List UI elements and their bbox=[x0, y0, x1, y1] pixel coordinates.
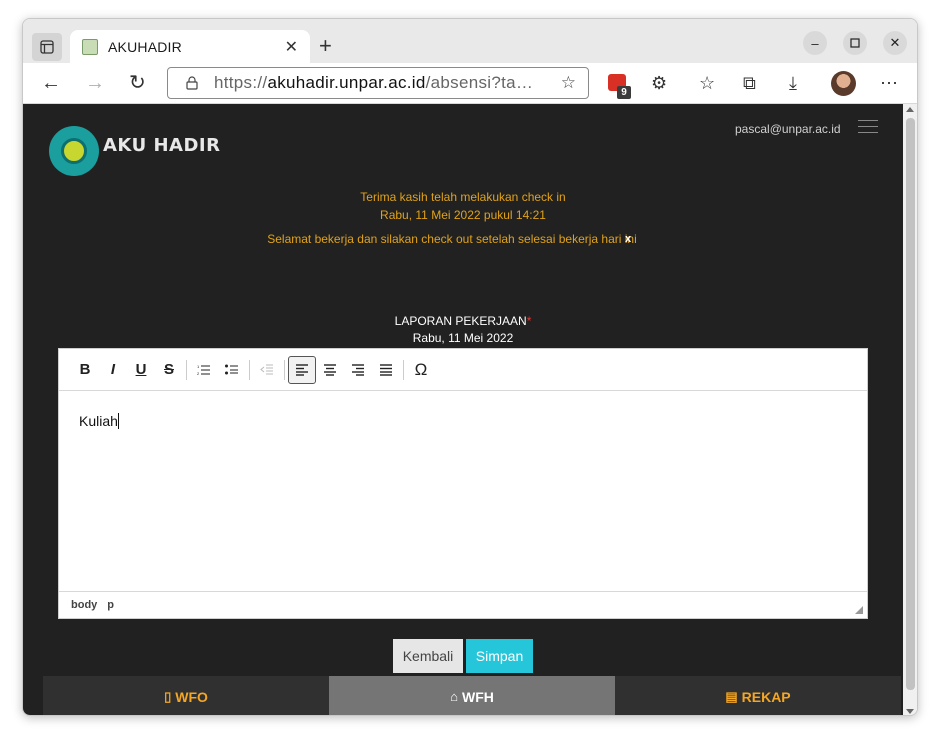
text-caret bbox=[117, 413, 119, 429]
lock-icon bbox=[186, 76, 198, 90]
report-label-text: LAPORAN PEKERJAAN bbox=[394, 314, 527, 328]
page-scrollbar[interactable] bbox=[903, 104, 917, 715]
close-window-button[interactable]: ✕ bbox=[883, 31, 907, 55]
hamburger-menu-icon[interactable] bbox=[858, 120, 878, 138]
downloads-icon[interactable]: ⤓ bbox=[789, 72, 797, 94]
resize-handle[interactable] bbox=[855, 606, 863, 614]
notice-close-button[interactable]: x bbox=[625, 233, 631, 245]
app-logo-text[interactable]: AKU HADIR bbox=[103, 135, 220, 156]
url-domain: akuhadir.unpar.ac.id bbox=[267, 73, 426, 92]
outdent-button[interactable] bbox=[253, 356, 281, 384]
extensions-puzzle-icon[interactable]: ⚙ bbox=[651, 72, 667, 94]
app-logo[interactable] bbox=[49, 126, 99, 176]
url-text: https://akuhadir.unpar.ac.id/absensi?ta… bbox=[214, 73, 544, 93]
forward-arrow-icon[interactable]: → bbox=[85, 72, 105, 94]
editor-statusbar: body p bbox=[59, 591, 867, 618]
nav-tab-wfo[interactable]: ▯ WFO bbox=[43, 676, 329, 715]
scroll-up-icon[interactable] bbox=[906, 107, 914, 112]
toolbar-divider bbox=[249, 359, 250, 380]
book-icon: ▤ bbox=[725, 688, 738, 704]
report-label: LAPORAN PEKERJAAN* bbox=[23, 314, 903, 328]
minimize-button[interactable]: – bbox=[803, 31, 827, 55]
bold-button[interactable]: B bbox=[71, 356, 99, 384]
maximize-icon bbox=[850, 38, 860, 48]
tab-title: AKUHADIR bbox=[108, 38, 182, 55]
scroll-down-icon[interactable] bbox=[906, 709, 914, 714]
report-content: Kuliah bbox=[79, 413, 118, 429]
more-menu-icon[interactable]: ⋯ bbox=[880, 72, 898, 94]
bottom-nav: ▯ WFO ⌂ WFH ▤ REKAP bbox=[43, 676, 901, 715]
favicon-icon bbox=[82, 38, 98, 55]
align-left-icon bbox=[295, 363, 308, 376]
nav-tab-rekap[interactable]: ▤ REKAP bbox=[615, 676, 901, 715]
tab-actions-button[interactable] bbox=[32, 33, 62, 61]
maximize-button[interactable] bbox=[843, 31, 867, 55]
toolbar-divider bbox=[284, 359, 285, 380]
page-content: AKU HADIR pascal@unpar.ac.id Terima kasi… bbox=[23, 104, 903, 715]
bullet-list-icon bbox=[225, 364, 238, 374]
address-bar[interactable]: https://akuhadir.unpar.ac.id/absensi?ta…… bbox=[167, 67, 589, 99]
back-arrow-icon[interactable]: ← bbox=[41, 72, 61, 94]
outdent-icon bbox=[260, 364, 273, 374]
bullet-list-button[interactable] bbox=[218, 356, 246, 384]
checkin-timestamp: Rabu, 11 Mei 2022 pukul 14:21 bbox=[380, 208, 546, 222]
svg-text:2: 2 bbox=[197, 371, 200, 376]
tab-close-icon[interactable]: ✕ bbox=[285, 37, 298, 57]
svg-text:1: 1 bbox=[197, 364, 200, 369]
scrollbar-thumb[interactable] bbox=[906, 118, 915, 690]
underline-button[interactable]: U bbox=[127, 356, 155, 384]
align-right-icon bbox=[351, 363, 364, 376]
required-mark: * bbox=[526, 314, 532, 328]
url-prefix: https:// bbox=[214, 73, 268, 92]
tab-actions-icon bbox=[40, 40, 54, 54]
collections-icon[interactable]: ⧉ bbox=[743, 72, 756, 94]
special-character-button[interactable]: Ω bbox=[407, 356, 435, 384]
new-tab-icon[interactable]: + bbox=[319, 35, 332, 57]
nav-tab-wfh-label: WFH bbox=[461, 688, 494, 705]
path-element-body[interactable]: body bbox=[71, 599, 97, 611]
favorites-icon[interactable]: ☆ bbox=[699, 72, 715, 94]
extension-badge: 9 bbox=[617, 86, 631, 99]
building-icon: ▯ bbox=[164, 688, 172, 704]
justify-icon bbox=[379, 363, 392, 376]
strikethrough-button[interactable]: S bbox=[155, 356, 183, 384]
toolbar-divider bbox=[403, 359, 404, 380]
profile-avatar[interactable] bbox=[831, 71, 856, 96]
report-date: Rabu, 11 Mei 2022 bbox=[412, 331, 514, 345]
home-icon: ⌂ bbox=[450, 689, 458, 704]
align-right-button[interactable] bbox=[344, 356, 372, 384]
editor-text-area[interactable]: Kuliah bbox=[59, 391, 867, 591]
path-element-p[interactable]: p bbox=[107, 599, 114, 611]
nav-tab-wfh[interactable]: ⌂ WFH bbox=[329, 676, 615, 715]
nav-tab-wfo-label: WFO bbox=[175, 688, 208, 705]
align-center-button[interactable] bbox=[316, 356, 344, 384]
refresh-icon[interactable]: ↻ bbox=[129, 72, 146, 94]
numbered-list-icon: 12 bbox=[197, 364, 210, 376]
user-email: pascal@unpar.ac.id bbox=[735, 122, 841, 136]
checkout-reminder: Selamat bekerja dan silakan check out se… bbox=[267, 232, 637, 246]
browser-toolbar: ← → ↻ https://akuhadir.unpar.ac.id/absen… bbox=[23, 63, 917, 104]
align-left-button[interactable] bbox=[288, 355, 316, 384]
editor-toolbar: B I U S 12 Ω bbox=[59, 349, 867, 391]
browser-window: AKUHADIR ✕ + – ✕ ← → ↻ https://akuhadir.… bbox=[22, 18, 918, 716]
back-button[interactable]: Kembali bbox=[393, 639, 463, 673]
italic-button[interactable]: I bbox=[99, 356, 127, 384]
save-button[interactable]: Simpan bbox=[466, 639, 533, 673]
justify-button[interactable] bbox=[372, 356, 400, 384]
add-favorite-icon[interactable]: ☆ bbox=[561, 73, 576, 93]
toolbar-divider bbox=[186, 359, 187, 380]
align-center-icon bbox=[323, 363, 336, 376]
nav-tab-rekap-label: REKAP bbox=[741, 688, 791, 705]
url-path: /absensi?ta… bbox=[425, 73, 534, 92]
tab-strip: AKUHADIR ✕ + – ✕ bbox=[23, 19, 917, 63]
browser-tab[interactable]: AKUHADIR ✕ bbox=[70, 30, 310, 63]
checkin-message: Terima kasih telah melakukan check in bbox=[360, 190, 566, 204]
rich-text-editor: B I U S 12 Ω Kuliah body p bbox=[58, 348, 868, 619]
numbered-list-button[interactable]: 12 bbox=[190, 356, 218, 384]
